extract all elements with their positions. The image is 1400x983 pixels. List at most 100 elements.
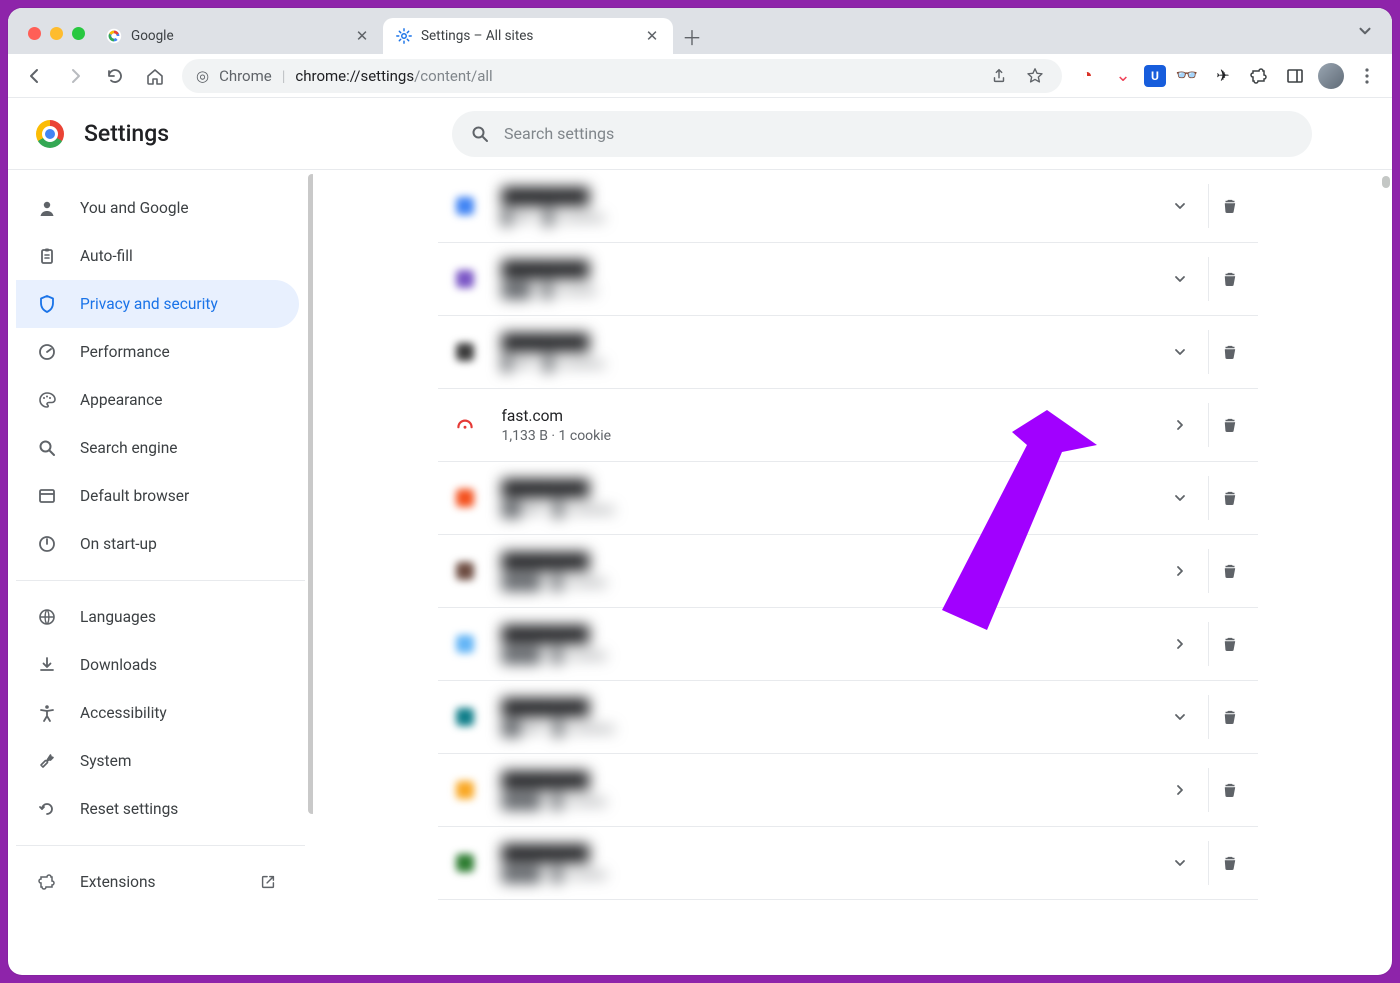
puzzle-icon: [36, 871, 58, 893]
delete-button[interactable]: [1208, 549, 1252, 593]
close-tab-button[interactable]: ✕: [353, 27, 371, 45]
sidebar-item-label: Appearance: [80, 391, 162, 409]
delete-button[interactable]: [1208, 841, 1252, 885]
fullscreen-window-button[interactable]: [72, 27, 85, 40]
delete-button[interactable]: [1208, 476, 1252, 520]
minimize-window-button[interactable]: [50, 27, 63, 40]
expand-button[interactable]: [1158, 257, 1202, 301]
delete-button[interactable]: [1208, 768, 1252, 812]
delete-button[interactable]: [1208, 622, 1252, 666]
sidebar-item-label: Search engine: [80, 439, 178, 457]
tab-title: Google: [131, 28, 345, 44]
sidebar-item-system[interactable]: System: [16, 737, 299, 785]
sidebar-item-accessibility[interactable]: Accessibility: [16, 689, 299, 737]
site-subtitle: █ KB · █ cookies: [502, 355, 1140, 372]
bookmark-star-icon[interactable]: [1022, 63, 1048, 89]
site-row[interactable]: ████████ █ KB · █ cookies: [438, 170, 1258, 243]
extension-ublock-icon[interactable]: ◔: [1072, 61, 1102, 91]
site-subtitle: ███ · █ cookie: [502, 282, 1140, 299]
sidebar-item-auto-fill[interactable]: Auto-fill: [16, 232, 299, 280]
site-title: fast.com: [502, 407, 1140, 425]
sidebar-item-default-browser[interactable]: Default browser: [16, 472, 299, 520]
expand-button[interactable]: [1158, 695, 1202, 739]
site-row[interactable]: fast.com 1,133 B · 1 cookie: [438, 389, 1258, 462]
settings-search[interactable]: [452, 111, 1312, 157]
sidebar-item-languages[interactable]: Languages: [16, 593, 299, 641]
sidebar-item-appearance[interactable]: Appearance: [16, 376, 299, 424]
site-subtitle: ████ · █ cookie: [502, 866, 1140, 883]
home-button[interactable]: [138, 59, 172, 93]
site-subtitle: ██ KB · █ cookies: [502, 720, 1140, 737]
sidebar-item-label: Privacy and security: [80, 295, 218, 313]
delete-button[interactable]: [1208, 695, 1252, 739]
reload-button[interactable]: [98, 59, 132, 93]
site-row[interactable]: ████████ ████ · █ cookie: [438, 754, 1258, 827]
sidebar-item-label: You and Google: [80, 199, 189, 217]
settings-body: You and Google Auto-fill Privacy and sec…: [8, 169, 1392, 975]
globe-icon: [36, 606, 58, 628]
main-content: ████████ █ KB · █ cookies ████████ ███ ·…: [313, 170, 1392, 975]
site-title: ████████: [502, 333, 1140, 352]
expand-button[interactable]: [1158, 403, 1202, 447]
tab-title: Settings – All sites: [421, 28, 635, 44]
sidebar-item-on-start-up[interactable]: On start-up: [16, 520, 299, 568]
site-row[interactable]: ████████ █ KB · █ cookies: [438, 316, 1258, 389]
close-window-button[interactable]: [28, 27, 41, 40]
chrome-menu-button[interactable]: [1352, 61, 1382, 91]
expand-button[interactable]: [1158, 841, 1202, 885]
sidebar-item-privacy-and-security[interactable]: Privacy and security: [16, 280, 299, 328]
sidebar-item-you-and-google[interactable]: You and Google: [16, 184, 299, 232]
share-icon[interactable]: [986, 63, 1012, 89]
site-favicon-icon: [452, 266, 478, 292]
site-title: ████████: [502, 260, 1140, 279]
expand-button[interactable]: [1158, 476, 1202, 520]
new-tab-button[interactable]: ＋: [677, 21, 707, 51]
extension-bitwarden-icon[interactable]: U: [1144, 65, 1166, 87]
site-favicon-icon: [452, 631, 478, 657]
search-input[interactable]: [504, 124, 1294, 143]
delete-button[interactable]: [1208, 403, 1252, 447]
expand-button[interactable]: [1158, 768, 1202, 812]
site-title: ████████: [502, 625, 1140, 644]
expand-button[interactable]: [1158, 622, 1202, 666]
side-panel-icon[interactable]: [1280, 61, 1310, 91]
address-bar[interactable]: ◎ Chrome | chrome://settings/content/all: [182, 59, 1062, 93]
forward-button[interactable]: [58, 59, 92, 93]
site-row[interactable]: ████████ ████ · █ cookie: [438, 608, 1258, 681]
site-row[interactable]: ████████ ████ · █ cookie: [438, 827, 1258, 900]
delete-button[interactable]: [1208, 330, 1252, 374]
power-icon: [36, 533, 58, 555]
browser-icon: [36, 485, 58, 507]
sidebar-item-reset-settings[interactable]: Reset settings: [16, 785, 299, 833]
sidebar-item-downloads[interactable]: Downloads: [16, 641, 299, 689]
sidebar-item-performance[interactable]: Performance: [16, 328, 299, 376]
site-row[interactable]: ████████ ███ · █ cookie: [438, 243, 1258, 316]
extension-pocket-icon[interactable]: ⌄: [1108, 61, 1138, 91]
sidebar-item-extensions[interactable]: Extensions: [16, 858, 299, 906]
site-row[interactable]: ████████ ████ · █ cookie: [438, 535, 1258, 608]
clipboard-icon: [36, 245, 58, 267]
site-title: ████████: [502, 479, 1140, 498]
back-button[interactable]: [18, 59, 52, 93]
sidebar-item-search-engine[interactable]: Search engine: [16, 424, 299, 472]
site-row[interactable]: ████████ ██ KB · █ cookies: [438, 681, 1258, 754]
tab-settings[interactable]: Settings – All sites ✕: [383, 18, 673, 54]
expand-button[interactable]: [1158, 184, 1202, 228]
extension-icon[interactable]: 👓: [1172, 61, 1202, 91]
main-scrollbar[interactable]: [1382, 176, 1390, 188]
tab-google[interactable]: Google ✕: [93, 18, 383, 54]
sidebar-item-label: Auto-fill: [80, 247, 133, 265]
extensions-menu-icon[interactable]: [1244, 61, 1274, 91]
expand-button[interactable]: [1158, 549, 1202, 593]
site-list: ████████ █ KB · █ cookies ████████ ███ ·…: [438, 170, 1258, 900]
expand-button[interactable]: [1158, 330, 1202, 374]
divider: [16, 845, 305, 846]
chrome-scheme-icon: ◎: [196, 67, 209, 85]
site-row[interactable]: ████████ ██ KB · █ cookies: [438, 462, 1258, 535]
delete-button[interactable]: [1208, 184, 1252, 228]
extension-icon[interactable]: ✈: [1208, 61, 1238, 91]
delete-button[interactable]: [1208, 257, 1252, 301]
close-tab-button[interactable]: ✕: [643, 27, 661, 45]
profile-avatar[interactable]: [1316, 61, 1346, 91]
tab-overflow-button[interactable]: [1356, 22, 1374, 40]
